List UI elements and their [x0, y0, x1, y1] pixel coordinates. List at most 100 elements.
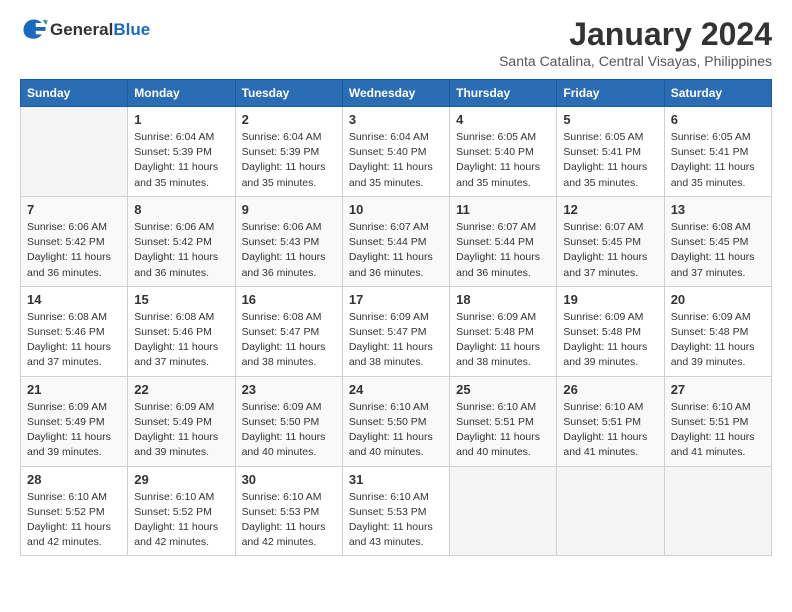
calendar-cell: 3 Sunrise: 6:04 AM Sunset: 5:40 PM Daylig…: [342, 107, 449, 197]
day-info: Sunrise: 6:08 AM Sunset: 5:46 PM Dayligh…: [27, 310, 121, 371]
day-number: 6: [671, 112, 765, 127]
day-number: 21: [27, 382, 121, 397]
day-number: 11: [456, 202, 550, 217]
calendar-cell: [664, 466, 771, 556]
calendar-cell: 7 Sunrise: 6:06 AM Sunset: 5:42 PM Daylig…: [21, 196, 128, 286]
calendar-cell: [21, 107, 128, 197]
logo-text-blue: Blue: [113, 20, 150, 40]
day-info: Sunrise: 6:05 AM Sunset: 5:41 PM Dayligh…: [671, 130, 765, 191]
calendar-cell: 18 Sunrise: 6:09 AM Sunset: 5:48 PM Dayli…: [450, 286, 557, 376]
day-info: Sunrise: 6:05 AM Sunset: 5:41 PM Dayligh…: [563, 130, 657, 191]
day-number: 17: [349, 292, 443, 307]
calendar-cell: 28 Sunrise: 6:10 AM Sunset: 5:52 PM Dayli…: [21, 466, 128, 556]
weekday-header-row: SundayMondayTuesdayWednesdayThursdayFrid…: [21, 80, 772, 107]
calendar-cell: 13 Sunrise: 6:08 AM Sunset: 5:45 PM Dayli…: [664, 196, 771, 286]
day-info: Sunrise: 6:08 AM Sunset: 5:45 PM Dayligh…: [671, 220, 765, 281]
calendar-cell: 12Sunrise: 6:07 AM Sunset: 5:45 PM Dayli…: [557, 196, 664, 286]
day-number: 2: [242, 112, 336, 127]
calendar-table: SundayMondayTuesdayWednesdayThursdayFrid…: [20, 79, 772, 556]
day-number: 20: [671, 292, 765, 307]
calendar-cell: 4 Sunrise: 6:05 AM Sunset: 5:40 PM Daylig…: [450, 107, 557, 197]
day-info: Sunrise: 6:09 AM Sunset: 5:48 PM Dayligh…: [563, 310, 657, 371]
day-number: 26: [563, 382, 657, 397]
day-number: 12: [563, 202, 657, 217]
day-number: 1: [134, 112, 228, 127]
day-info: Sunrise: 6:05 AM Sunset: 5:40 PM Dayligh…: [456, 130, 550, 191]
calendar-cell: 29 Sunrise: 6:10 AM Sunset: 5:52 PM Dayli…: [128, 466, 235, 556]
weekday-header-sunday: Sunday: [21, 80, 128, 107]
day-info: Sunrise: 6:10 AM Sunset: 5:51 PM Dayligh…: [671, 400, 765, 461]
calendar-cell: 24 Sunrise: 6:10 AM Sunset: 5:50 PM Dayli…: [342, 376, 449, 466]
day-info: Sunrise: 6:06 AM Sunset: 5:42 PM Dayligh…: [134, 220, 228, 281]
day-number: 3: [349, 112, 443, 127]
day-number: 23: [242, 382, 336, 397]
weekday-header-tuesday: Tuesday: [235, 80, 342, 107]
weekday-header-wednesday: Wednesday: [342, 80, 449, 107]
day-info: Sunrise: 6:10 AM Sunset: 5:53 PM Dayligh…: [242, 490, 336, 551]
day-number: 29: [134, 472, 228, 487]
day-number: 25: [456, 382, 550, 397]
day-number: 28: [27, 472, 121, 487]
calendar-cell: [450, 466, 557, 556]
calendar-cell: 25 Sunrise: 6:10 AM Sunset: 5:51 PM Dayli…: [450, 376, 557, 466]
calendar-cell: 23 Sunrise: 6:09 AM Sunset: 5:50 PM Dayli…: [235, 376, 342, 466]
day-info: Sunrise: 6:09 AM Sunset: 5:48 PM Dayligh…: [456, 310, 550, 371]
day-info: Sunrise: 6:04 AM Sunset: 5:40 PM Dayligh…: [349, 130, 443, 191]
calendar-cell: 26 Sunrise: 6:10 AM Sunset: 5:51 PM Dayli…: [557, 376, 664, 466]
weekday-header-saturday: Saturday: [664, 80, 771, 107]
calendar-week-2: 7 Sunrise: 6:06 AM Sunset: 5:42 PM Daylig…: [21, 196, 772, 286]
calendar-cell: 27 Sunrise: 6:10 AM Sunset: 5:51 PM Dayli…: [664, 376, 771, 466]
weekday-header-thursday: Thursday: [450, 80, 557, 107]
day-info: Sunrise: 6:09 AM Sunset: 5:47 PM Dayligh…: [349, 310, 443, 371]
calendar-week-5: 28 Sunrise: 6:10 AM Sunset: 5:52 PM Dayli…: [21, 466, 772, 556]
day-info: Sunrise: 6:10 AM Sunset: 5:52 PM Dayligh…: [27, 490, 121, 551]
day-number: 5: [563, 112, 657, 127]
weekday-header-monday: Monday: [128, 80, 235, 107]
calendar-cell: 30Sunrise: 6:10 AM Sunset: 5:53 PM Dayli…: [235, 466, 342, 556]
day-number: 7: [27, 202, 121, 217]
calendar-cell: 1 Sunrise: 6:04 AM Sunset: 5:39 PM Daylig…: [128, 107, 235, 197]
day-number: 22: [134, 382, 228, 397]
day-number: 13: [671, 202, 765, 217]
day-info: Sunrise: 6:10 AM Sunset: 5:52 PM Dayligh…: [134, 490, 228, 551]
day-number: 16: [242, 292, 336, 307]
calendar-cell: 9Sunrise: 6:06 AM Sunset: 5:43 PM Daylig…: [235, 196, 342, 286]
calendar-cell: 31 Sunrise: 6:10 AM Sunset: 5:53 PM Dayli…: [342, 466, 449, 556]
day-info: Sunrise: 6:10 AM Sunset: 5:51 PM Dayligh…: [456, 400, 550, 461]
day-number: 27: [671, 382, 765, 397]
title-section: January 2024 Santa Catalina, Central Vis…: [499, 16, 772, 69]
calendar-cell: 8Sunrise: 6:06 AM Sunset: 5:42 PM Daylig…: [128, 196, 235, 286]
day-number: 10: [349, 202, 443, 217]
day-info: Sunrise: 6:10 AM Sunset: 5:50 PM Dayligh…: [349, 400, 443, 461]
calendar-subtitle: Santa Catalina, Central Visayas, Philipp…: [499, 53, 772, 69]
day-number: 24: [349, 382, 443, 397]
day-number: 9: [242, 202, 336, 217]
day-info: Sunrise: 6:10 AM Sunset: 5:51 PM Dayligh…: [563, 400, 657, 461]
day-info: Sunrise: 6:08 AM Sunset: 5:46 PM Dayligh…: [134, 310, 228, 371]
day-info: Sunrise: 6:09 AM Sunset: 5:48 PM Dayligh…: [671, 310, 765, 371]
calendar-cell: 21Sunrise: 6:09 AM Sunset: 5:49 PM Dayli…: [21, 376, 128, 466]
day-number: 4: [456, 112, 550, 127]
day-info: Sunrise: 6:10 AM Sunset: 5:53 PM Dayligh…: [349, 490, 443, 551]
calendar-cell: 19 Sunrise: 6:09 AM Sunset: 5:48 PM Dayli…: [557, 286, 664, 376]
logo-icon: [20, 16, 48, 44]
day-info: Sunrise: 6:06 AM Sunset: 5:42 PM Dayligh…: [27, 220, 121, 281]
day-number: 19: [563, 292, 657, 307]
day-info: Sunrise: 6:09 AM Sunset: 5:49 PM Dayligh…: [134, 400, 228, 461]
logo-text-general: General: [50, 20, 113, 40]
day-number: 31: [349, 472, 443, 487]
calendar-week-4: 21 Sunrise: 6:09 AM Sunset: 5:49 PM Dayli…: [21, 376, 772, 466]
day-number: 15: [134, 292, 228, 307]
day-number: 14: [27, 292, 121, 307]
day-number: 18: [456, 292, 550, 307]
day-info: Sunrise: 6:07 AM Sunset: 5:44 PM Dayligh…: [456, 220, 550, 281]
day-info: Sunrise: 6:08 AM Sunset: 5:47 PM Dayligh…: [242, 310, 336, 371]
calendar-cell: 6 Sunrise: 6:05 AM Sunset: 5:41 PM Daylig…: [664, 107, 771, 197]
logo: General Blue: [20, 16, 150, 44]
calendar-week-1: 1 Sunrise: 6:04 AM Sunset: 5:39 PM Daylig…: [21, 107, 772, 197]
day-info: Sunrise: 6:09 AM Sunset: 5:50 PM Dayligh…: [242, 400, 336, 461]
day-info: Sunrise: 6:04 AM Sunset: 5:39 PM Dayligh…: [134, 130, 228, 191]
calendar-cell: 20 Sunrise: 6:09 AM Sunset: 5:48 PM Dayli…: [664, 286, 771, 376]
calendar-cell: 10Sunrise: 6:07 AM Sunset: 5:44 PM Dayli…: [342, 196, 449, 286]
calendar-cell: 17 Sunrise: 6:09 AM Sunset: 5:47 PM Dayli…: [342, 286, 449, 376]
